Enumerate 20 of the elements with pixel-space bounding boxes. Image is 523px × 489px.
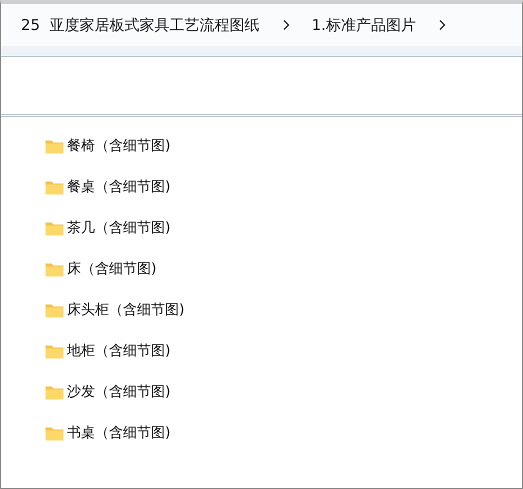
folder-icon: [45, 180, 64, 195]
folder-name[interactable]: 书桌（含细节图): [67, 426, 170, 440]
folder-name[interactable]: 床头柜（含细节图): [67, 303, 184, 317]
folder-icon: [45, 221, 64, 236]
folder-name[interactable]: 沙发（含细节图): [67, 385, 170, 399]
folder-name[interactable]: 餐椅（含细节图): [67, 139, 170, 153]
folder-icon: [45, 139, 64, 154]
folder-name[interactable]: 地柜（含细节图): [67, 344, 170, 358]
folder-icon: [45, 262, 64, 277]
folder-name[interactable]: 床（含细节图): [67, 262, 156, 276]
chevron-right-icon[interactable]: [438, 19, 446, 31]
chevron-right-icon[interactable]: [282, 19, 290, 31]
breadcrumb-item[interactable]: 25 亚度家居板式家具工艺流程图纸: [21, 16, 260, 34]
folder-name[interactable]: 茶几（含细节图): [67, 221, 170, 235]
folder-name[interactable]: 餐桌（含细节图): [67, 180, 170, 194]
folder-icon: [45, 385, 64, 400]
breadcrumb-item[interactable]: 1.标准产品图片: [312, 16, 416, 34]
folder-icon: [45, 303, 64, 318]
folder-icon: [45, 426, 64, 441]
folder-icon: [45, 344, 64, 359]
